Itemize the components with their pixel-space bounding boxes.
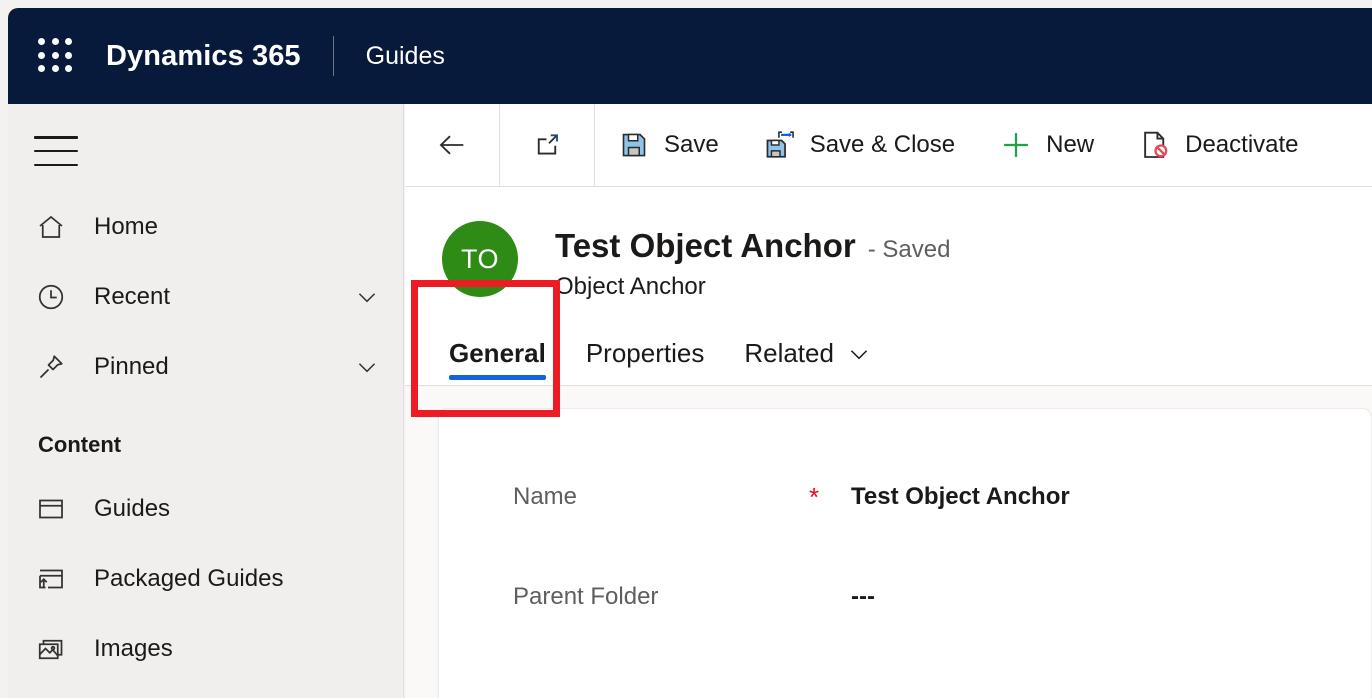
page-icon (34, 492, 68, 526)
tab-label: Related (744, 338, 834, 368)
app-root: Dynamics 365 Guides Home Recent Pinned C… (0, 0, 1372, 698)
back-button[interactable] (405, 104, 500, 186)
clock-icon (34, 280, 68, 314)
save-button[interactable]: Save (595, 104, 741, 186)
sidebar-item-images[interactable]: Images (8, 614, 403, 684)
deactivate-button[interactable]: Deactivate (1116, 104, 1320, 186)
back-arrow-icon (435, 128, 469, 162)
chevron-down-icon[interactable] (353, 283, 381, 311)
chevron-down-icon[interactable] (353, 353, 381, 381)
new-button[interactable]: New (977, 104, 1116, 186)
open-in-new-window-icon (530, 128, 564, 162)
field-value-name[interactable]: Test Object Anchor (851, 483, 1070, 511)
command-bar: Save Save & Close New Deactivate (405, 104, 1372, 187)
top-navigation-bar: Dynamics 365 Guides (8, 8, 1372, 104)
status-badge: - Saved (867, 236, 951, 263)
tab-properties[interactable]: Properties (586, 338, 725, 385)
left-sidebar: Home Recent Pinned Content Guides Packag… (8, 104, 404, 698)
sidebar-item-pinned[interactable]: Pinned (8, 332, 403, 402)
sidebar-item-label: Recent (94, 283, 171, 310)
sidebar-item-packaged-guides[interactable]: Packaged Guides (8, 544, 403, 614)
chevron-down-icon[interactable] (846, 341, 872, 367)
field-name: Name * Test Object Anchor (439, 447, 1371, 547)
tab-label: Properties (585, 338, 705, 368)
sidebar-item-label: Pinned (94, 353, 169, 380)
record-avatar-slot: TO (405, 205, 555, 297)
main-content: Save Save & Close New Deactivate TO Test… (405, 104, 1372, 698)
sidebar-item-label: Guides (94, 495, 171, 522)
hamburger-icon[interactable] (34, 136, 80, 166)
new-label: New (1046, 131, 1095, 158)
sidebar-item-home[interactable]: Home (8, 192, 403, 262)
sidebar-item-label: Home (94, 213, 159, 240)
sidebar-item-recent[interactable]: Recent (8, 262, 403, 332)
waffle-grid-icon[interactable] (38, 38, 74, 74)
open-in-new-window-button[interactable] (500, 104, 595, 186)
save-and-close-button[interactable]: Save & Close (741, 104, 977, 186)
general-form-card: Name * Test Object Anchor Parent Folder … (438, 408, 1372, 698)
deactivate-label: Deactivate (1185, 131, 1299, 158)
save-label: Save (664, 131, 719, 158)
brand-title[interactable]: Dynamics 365 (106, 40, 301, 73)
required-asterisk: * (809, 482, 820, 512)
package-upload-icon (34, 562, 68, 596)
sidebar-nav-list: Home Recent Pinned Content Guides Packag… (8, 192, 403, 684)
app-name[interactable]: Guides (366, 42, 445, 71)
tab-label: General (449, 338, 546, 368)
page-title: Test Object Anchor (555, 227, 856, 264)
deactivate-document-icon (1138, 128, 1172, 162)
tab-related[interactable]: Related (744, 338, 892, 385)
images-icon (34, 632, 68, 666)
home-icon (34, 210, 68, 244)
record-subtitle: Object Anchor (555, 273, 706, 300)
sidebar-item-guides[interactable]: Guides (8, 474, 403, 544)
field-label: Name (513, 483, 578, 510)
tab-general[interactable]: General (449, 338, 566, 385)
field-value-parent-folder[interactable]: --- (851, 583, 875, 611)
record-header: TO Test Object Anchor - Saved Object Anc… (405, 187, 1372, 417)
save-and-close-label: Save & Close (809, 131, 956, 158)
avatar[interactable]: TO (442, 221, 518, 297)
plus-icon (999, 128, 1033, 162)
form-body: Name * Test Object Anchor Parent Folder … (405, 386, 1372, 698)
record-title-block: Test Object Anchor - Saved Object Anchor (555, 205, 950, 301)
form-tab-bar: General Properties Related (405, 315, 1372, 386)
save-floppy-icon (617, 128, 651, 162)
field-label: Parent Folder (513, 583, 659, 610)
field-parent-folder: Parent Folder --- (439, 547, 1371, 647)
sidebar-group-title: Content (38, 432, 122, 457)
pin-icon (34, 350, 68, 384)
save-and-close-icon (763, 128, 797, 162)
sidebar-item-label: Images (94, 635, 173, 662)
sidebar-item-label: Packaged Guides (94, 565, 284, 592)
header-divider (332, 36, 334, 76)
